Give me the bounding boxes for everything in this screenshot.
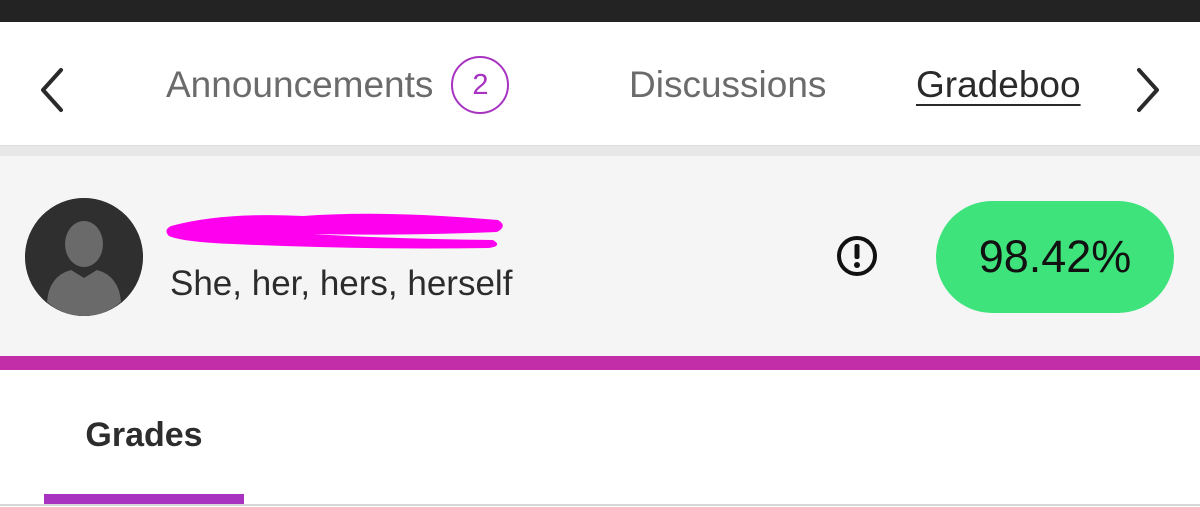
tab-announcements[interactable]: Announcements 2: [166, 56, 510, 114]
student-pronouns: She, her, hers, herself: [170, 264, 513, 303]
accent-divider: [0, 356, 1200, 370]
overall-grade-badge[interactable]: 98.42%: [936, 201, 1174, 313]
grades-subtabs: Grades: [0, 370, 1200, 507]
chevron-left-icon: [41, 68, 63, 112]
chevron-right-icon: [1137, 68, 1159, 112]
active-tab-indicator: [44, 494, 244, 504]
previous-tab-button[interactable]: [30, 62, 74, 118]
student-header: She, her, hers, herself 98.42%: [0, 156, 1200, 356]
next-tab-button[interactable]: [1126, 62, 1170, 118]
tab-discussions-label: Discussions: [629, 64, 827, 105]
announcements-count-badge: 2: [451, 56, 510, 114]
exclamation-circle-icon[interactable]: [835, 234, 879, 278]
status-bar: [0, 0, 1200, 22]
tab-discussions[interactable]: Discussions: [629, 58, 826, 112]
avatar: [25, 198, 143, 316]
user-silhouette-icon: [25, 198, 143, 316]
subtabs-bottom-border: [0, 504, 1200, 506]
tab-gradebook[interactable]: Gradeboo: [916, 58, 1081, 112]
redacted-student-name: [166, 213, 503, 249]
section-divider: [0, 146, 1200, 156]
tab-strip: Announcements 2 Discussions Gradeboo: [100, 22, 1096, 146]
tab-gradebook-label: Gradeboo: [916, 64, 1081, 105]
tab-announcements-label: Announcements: [166, 64, 434, 105]
overall-grade-value: 98.42%: [978, 231, 1132, 282]
course-tabs-bar: Announcements 2 Discussions Gradeboo: [0, 22, 1200, 146]
tab-grades[interactable]: Grades: [44, 416, 244, 455]
